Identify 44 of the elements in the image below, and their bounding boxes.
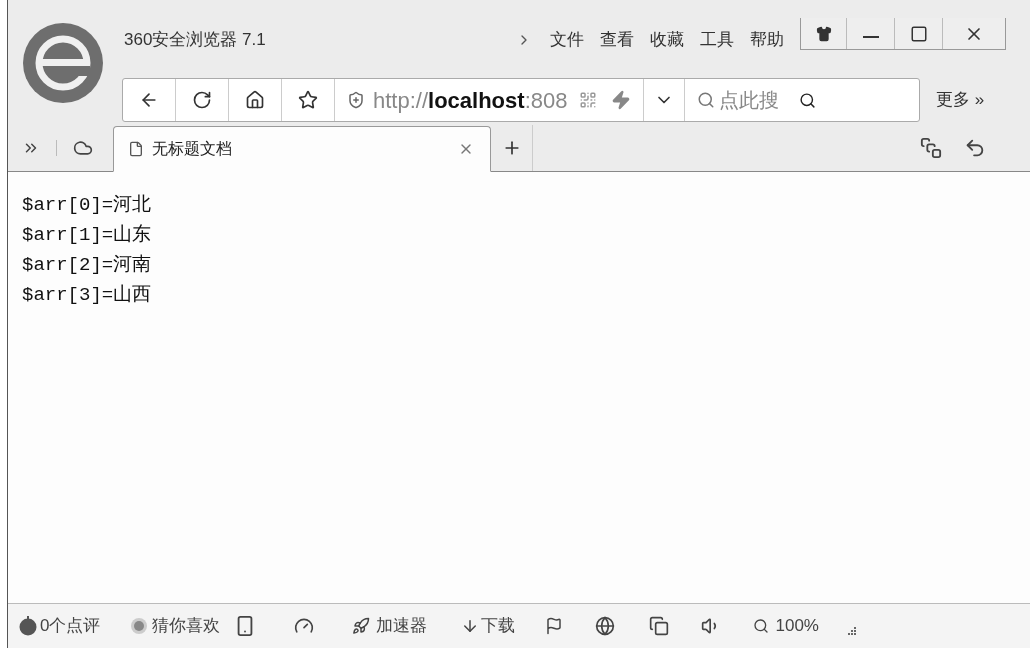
menu-item[interactable]: 文件 — [542, 27, 592, 53]
stacked-windows-icon[interactable] — [920, 137, 942, 159]
qr-code-icon[interactable] — [579, 91, 598, 109]
document-icon — [128, 141, 144, 157]
zoom-icon[interactable] — [753, 618, 770, 634]
recommend-link[interactable]: 猜你喜欢 — [152, 613, 221, 639]
flag-icon[interactable] — [545, 617, 564, 635]
globe-icon[interactable] — [595, 616, 616, 636]
search-icon — [697, 91, 716, 109]
reviews-link[interactable]: 0个点评 — [40, 613, 101, 639]
shield-icon — [347, 91, 365, 109]
menu-item[interactable]: 工具 — [692, 27, 742, 53]
window-title: 360安全浏览器 7.1 — [124, 29, 266, 52]
download-link[interactable]: 下载 — [481, 613, 516, 639]
browser-tab[interactable]: 无标题文档 — [113, 126, 491, 172]
house-icon — [245, 90, 265, 110]
cloud-icon[interactable] — [73, 138, 93, 158]
undo-icon[interactable] — [964, 137, 986, 159]
lightning-icon[interactable] — [611, 90, 632, 110]
output-line: $arr[2]=河南 — [22, 253, 152, 278]
zoom-level[interactable]: 100% — [775, 613, 819, 639]
search-icon[interactable] — [799, 91, 817, 109]
menu-item[interactable]: 帮助 — [742, 27, 792, 53]
url-text[interactable]: http://localhost:808 — [373, 83, 568, 117]
output-line: $arr[1]=山东 — [22, 223, 152, 248]
minimize-icon — [862, 35, 879, 38]
shirt-icon — [815, 25, 832, 42]
star-icon — [298, 90, 318, 110]
accelerator-link[interactable]: 加速器 — [376, 613, 428, 639]
rocket-icon[interactable] — [352, 617, 371, 635]
menu-item[interactable]: 收藏 — [642, 27, 692, 53]
resize-grip-icon[interactable] — [846, 626, 857, 636]
window-icon[interactable] — [649, 616, 670, 636]
dot-icon — [130, 617, 149, 635]
maximize-icon — [909, 24, 928, 43]
output-line: $arr[0]=河北 — [22, 193, 152, 218]
gauge-icon[interactable] — [294, 616, 315, 636]
search-field[interactable]: 点此搜 — [719, 85, 800, 115]
browser-logo-icon — [22, 22, 104, 104]
more-button[interactable]: 更多 » — [936, 87, 985, 113]
output-line: $arr[3]=山西 — [22, 283, 152, 308]
reload-icon — [192, 90, 212, 110]
menu-item[interactable]: 查看 — [592, 27, 642, 53]
tab-title: 无标题文档 — [152, 139, 232, 159]
